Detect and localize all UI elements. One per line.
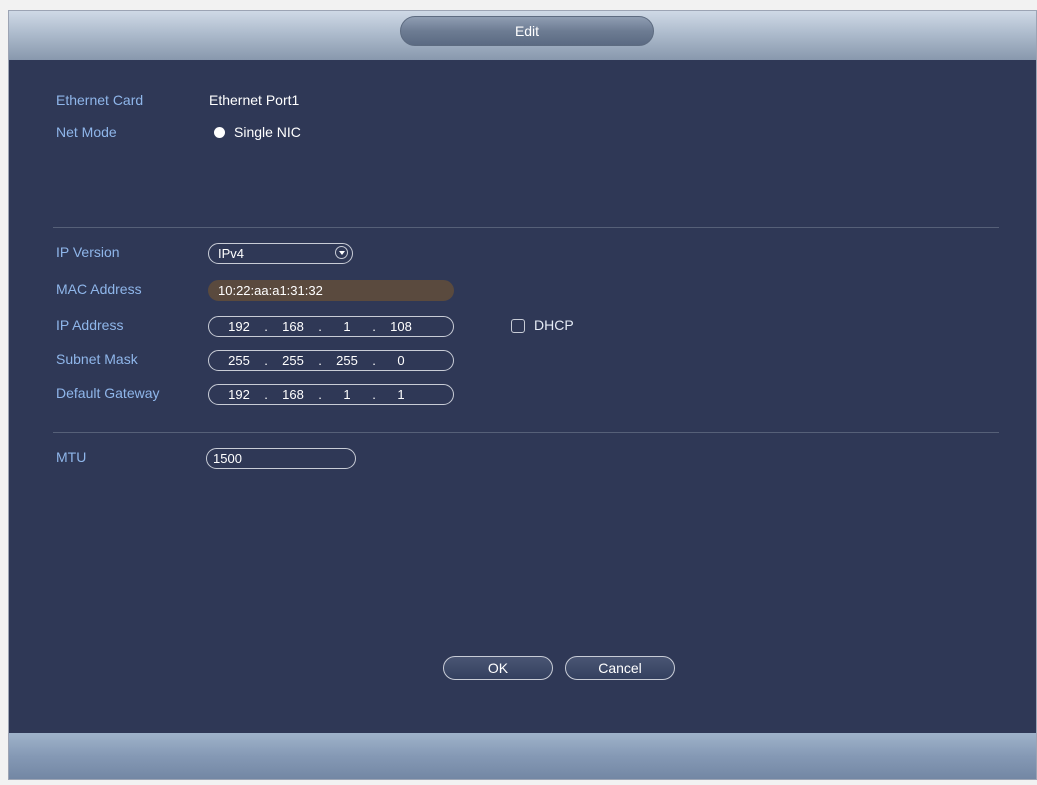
dot-separator: . bbox=[372, 319, 376, 334]
dot-separator: . bbox=[264, 353, 268, 368]
net-mode-option-single-nic[interactable]: Single NIC bbox=[234, 124, 301, 140]
ip-octet-4[interactable]: 108 bbox=[385, 319, 417, 334]
gateway-octet-1[interactable]: 192 bbox=[223, 387, 255, 402]
dialog-title: Edit bbox=[400, 16, 654, 46]
gateway-octet-3[interactable]: 1 bbox=[331, 387, 363, 402]
subnet-mask-label: Subnet Mask bbox=[56, 351, 138, 367]
cancel-button[interactable]: Cancel bbox=[565, 656, 675, 680]
mask-octet-3[interactable]: 255 bbox=[331, 353, 363, 368]
edit-dialog: Edit Ethernet Card Ethernet Port1 Net Mo… bbox=[8, 10, 1037, 780]
divider bbox=[53, 432, 999, 433]
mtu-value: 1500 bbox=[213, 451, 242, 466]
mtu-input[interactable]: 1500 bbox=[206, 448, 356, 469]
dot-separator: . bbox=[318, 319, 322, 334]
ip-octet-2[interactable]: 168 bbox=[277, 319, 309, 334]
default-gateway-label: Default Gateway bbox=[56, 385, 160, 401]
net-mode-label: Net Mode bbox=[56, 124, 117, 140]
dhcp-label[interactable]: DHCP bbox=[534, 317, 574, 333]
dot-separator: . bbox=[264, 319, 268, 334]
gateway-octet-4[interactable]: 1 bbox=[385, 387, 417, 402]
ethernet-card-value: Ethernet Port1 bbox=[209, 92, 300, 108]
mask-octet-2[interactable]: 255 bbox=[277, 353, 309, 368]
ok-button[interactable]: OK bbox=[443, 656, 553, 680]
ip-version-value: IPv4 bbox=[218, 246, 245, 261]
dot-separator: . bbox=[318, 387, 322, 402]
default-gateway-field[interactable]: 192 . 168 . 1 . 1 bbox=[208, 384, 454, 405]
footer-bar bbox=[9, 733, 1036, 779]
divider bbox=[53, 227, 999, 228]
checkbox-icon[interactable] bbox=[511, 319, 525, 333]
ethernet-card-label: Ethernet Card bbox=[56, 92, 144, 108]
ip-version-label: IP Version bbox=[56, 244, 120, 260]
gateway-octet-2[interactable]: 168 bbox=[277, 387, 309, 402]
subnet-mask-field[interactable]: 255 . 255 . 255 . 0 bbox=[208, 350, 454, 371]
chevron-down-icon[interactable] bbox=[335, 246, 348, 259]
mac-address-label: MAC Address bbox=[56, 281, 142, 297]
ip-octet-3[interactable]: 1 bbox=[331, 319, 363, 334]
mac-address-field: 10:22:aa:a1:31:32 bbox=[208, 280, 454, 301]
ip-octet-1[interactable]: 192 bbox=[223, 319, 255, 334]
dot-separator: . bbox=[372, 387, 376, 402]
ip-address-field[interactable]: 192 . 168 . 1 . 108 bbox=[208, 316, 454, 337]
mac-address-value: 10:22:aa:a1:31:32 bbox=[218, 283, 323, 298]
mask-octet-1[interactable]: 255 bbox=[223, 353, 255, 368]
mask-octet-4[interactable]: 0 bbox=[385, 353, 417, 368]
dot-separator: . bbox=[318, 353, 322, 368]
radio-selected-icon[interactable] bbox=[214, 127, 225, 138]
mtu-label: MTU bbox=[56, 449, 87, 465]
dot-separator: . bbox=[264, 387, 268, 402]
ip-address-label: IP Address bbox=[56, 317, 124, 333]
dot-separator: . bbox=[372, 353, 376, 368]
ip-version-dropdown[interactable]: IPv4 bbox=[208, 243, 353, 264]
title-bar: Edit bbox=[9, 11, 1036, 60]
